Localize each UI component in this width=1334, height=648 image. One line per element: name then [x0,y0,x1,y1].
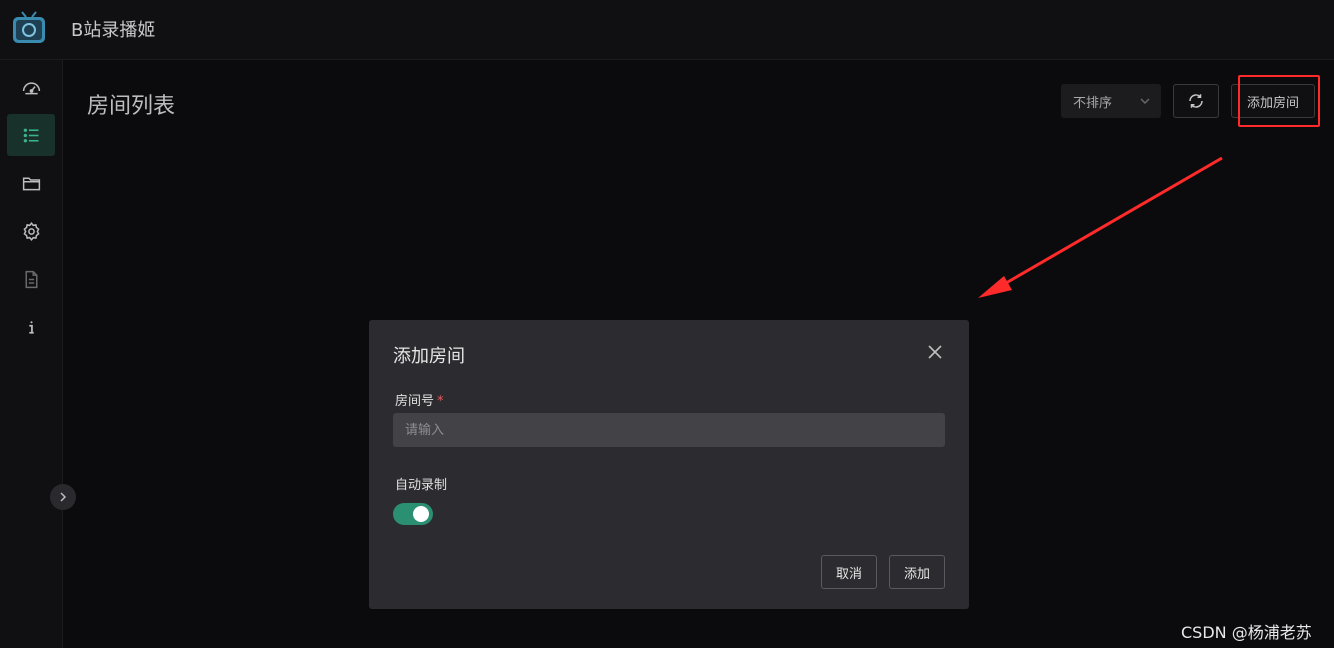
refresh-button[interactable] [1173,84,1219,118]
watermark: CSDN @杨浦老苏 [1181,623,1312,642]
sort-select[interactable]: 不排序 [1061,84,1161,118]
sidebar-item-about[interactable] [7,306,55,348]
info-icon [28,320,34,334]
page-title: 房间列表 [87,94,176,119]
sidebar-item-logs[interactable] [7,258,55,300]
dashboard-icon [22,81,40,94]
sidebar [0,60,63,648]
app-title: B站录播姬 [71,20,156,41]
cancel-button[interactable]: 取消 [821,555,877,589]
top-header: B站录播姬 [0,0,1334,60]
chevron-down-icon [1140,98,1150,104]
room-id-label: 房间号 * [395,394,444,409]
chevron-right-icon [60,492,67,502]
refresh-icon [1189,94,1203,108]
toggle-knob [413,506,429,522]
app-root: B站录播姬 房间列表 不排序 添加房间 添加房间 房间号 * 请输入 自动录制 … [0,0,1334,648]
list-icon [23,128,38,142]
folder-icon [22,177,40,190]
annotation-arrow [978,156,1223,298]
sidebar-expand-button[interactable] [50,484,76,510]
add-room-button[interactable]: 添加房间 [1231,84,1315,118]
dialog-title: 添加房间 [393,346,465,367]
sort-select-value: 不排序 [1073,95,1113,111]
sidebar-item-dashboard[interactable] [7,66,55,108]
sidebar-item-settings[interactable] [7,210,55,252]
confirm-add-button[interactable]: 添加 [889,555,945,589]
close-icon[interactable] [927,344,943,360]
tv-logo-icon [13,11,45,43]
auto-record-label: 自动录制 [395,478,448,493]
auto-record-toggle[interactable] [393,503,433,525]
document-icon [25,270,37,288]
sidebar-item-room-list[interactable] [7,114,55,156]
add-room-dialog: 添加房间 房间号* 自动录制 取消 添加 [369,320,969,609]
required-mark: * [437,394,444,409]
sidebar-item-files[interactable] [7,162,55,204]
settings-icon [22,221,40,241]
room-id-input[interactable] [393,413,945,447]
